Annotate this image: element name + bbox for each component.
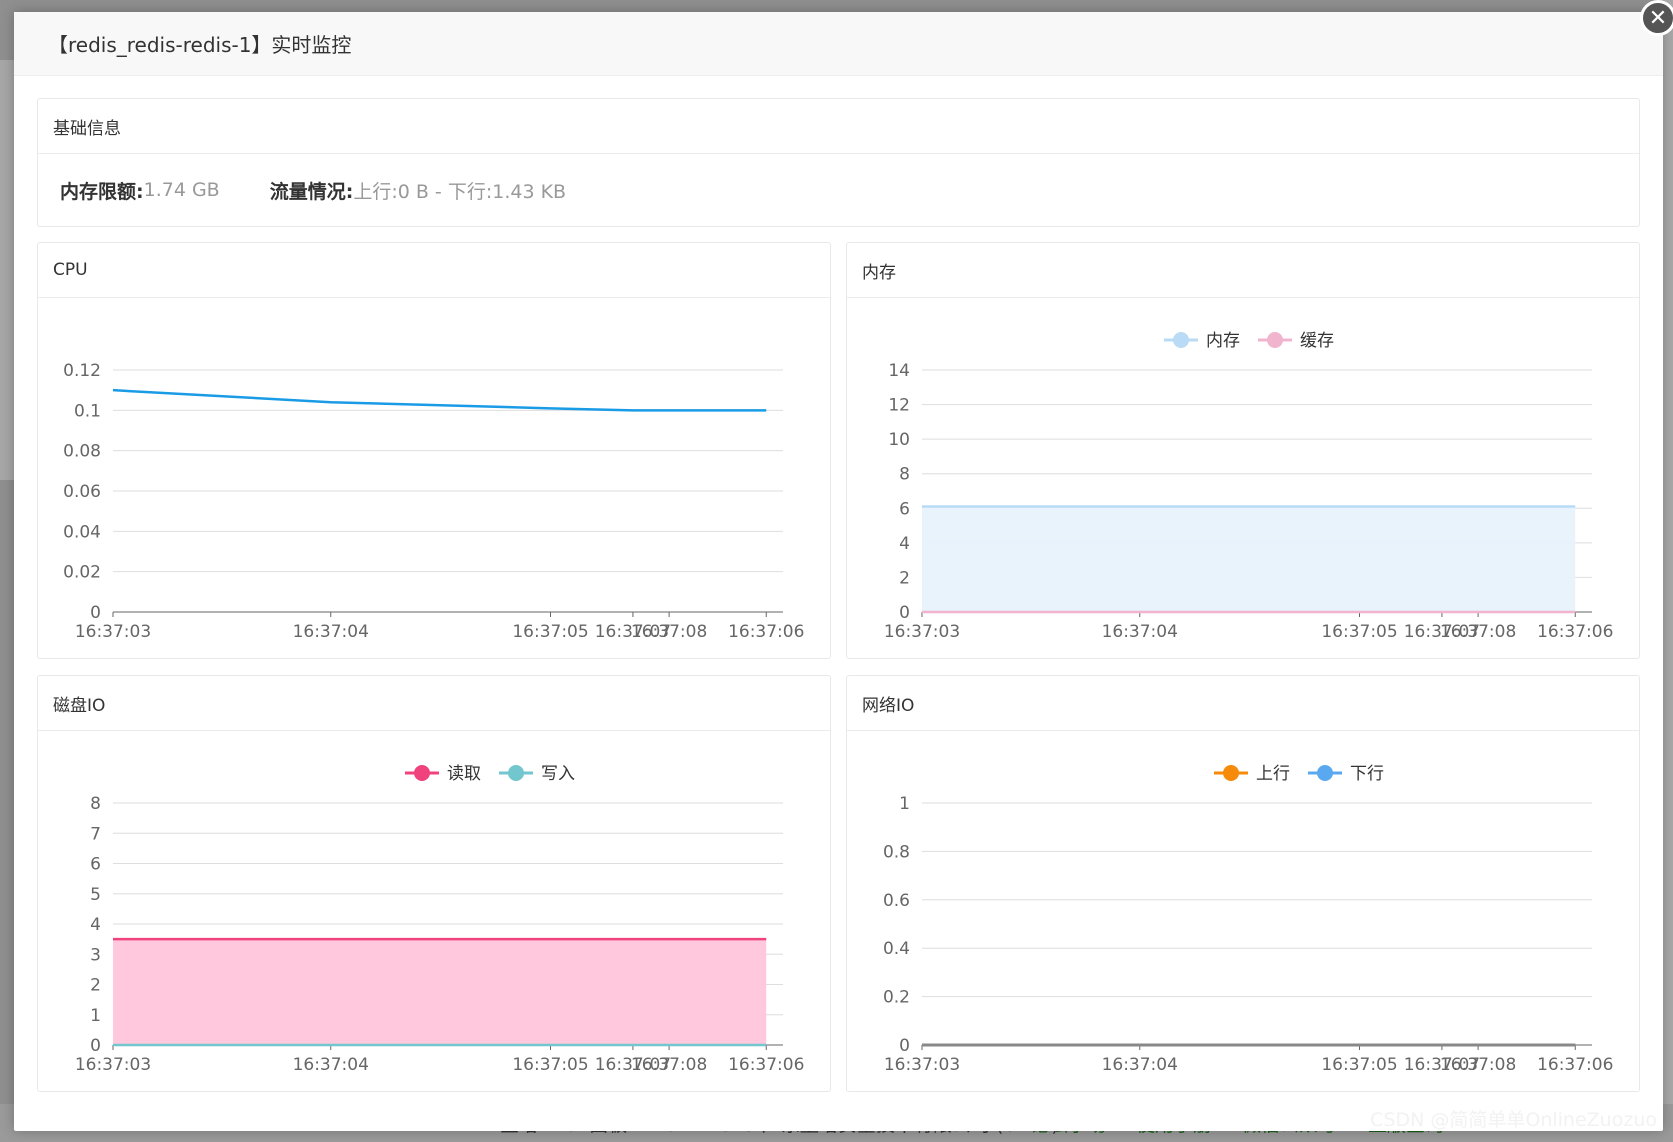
y-tick-label: 2 (90, 976, 101, 996)
net-io-chart: 0 0.2 0.4 0.6 0.8 1 16:37:03 16:37:04 16:37:05 16… (883, 764, 1613, 1075)
y-tick-label: 1 (90, 1006, 101, 1026)
x-tick-label: 16:37:05 (1321, 1055, 1397, 1075)
basic-info-panel: 基础信息 内存限额: 1.74 GB 流量情况: 上行:0 B - 下行:1.4… (37, 98, 1640, 227)
legend-label: 缓存 (1300, 331, 1334, 351)
close-icon[interactable]: ✕ (1640, 0, 1673, 36)
legend-marker (414, 765, 430, 781)
legend-label: 写入 (541, 764, 575, 784)
series-area (922, 506, 1576, 612)
mem-limit-label: 内存限额: (60, 180, 144, 203)
traffic-value: 上行:0 B - 下行:1.43 KB (353, 180, 567, 203)
csdn-watermark: CSDN @简简单单OnlineZuozuo (1370, 1109, 1657, 1131)
cpu-panel: CPU 0 0.02 0.04 0.06 0.08 0.1 0.12 16:37:03 16:3… (37, 242, 831, 659)
y-tick-label: 0.1 (74, 401, 101, 421)
monitor-modal: 【redis_redis-redis-1】实时监控 基础信息 内存限额: 1.7… (14, 12, 1663, 1131)
y-tick-label: 14 (888, 361, 910, 381)
x-tick-label: 16:37:04 (293, 622, 369, 642)
x-tick-label: 16:37:08 (1440, 1055, 1516, 1075)
y-tick-label: 0.8 (883, 842, 910, 862)
y-tick-label: 3 (90, 945, 101, 965)
y-tick-label: 0.06 (63, 482, 101, 502)
x-tick-label: 16:37:03 (884, 622, 960, 642)
basic-info-title: 基础信息 (38, 99, 1639, 154)
legend-marker (1223, 765, 1239, 781)
legend-marker (1267, 332, 1283, 348)
x-tick-label: 16:37:03 (884, 1055, 960, 1075)
legend-marker (1173, 332, 1189, 348)
x-tick-label: 16:37:06 (728, 622, 804, 642)
traffic-label: 流量情况: (269, 180, 354, 203)
y-tick-label: 0.02 (63, 563, 101, 583)
y-tick-label: 0.08 (63, 442, 101, 462)
y-tick-label: 2 (899, 568, 910, 588)
net-io-panel: 网络IO 0 0.2 0.4 0.6 0.8 1 16:37:03 16:37:04 16:37… (846, 675, 1640, 1092)
y-tick-label: 0 (899, 603, 910, 623)
y-tick-label: 0.4 (883, 939, 910, 959)
legend-label: 内存 (1206, 331, 1240, 351)
x-tick-label: 16:37:08 (631, 1055, 707, 1075)
cpu-chart: 0 0.02 0.04 0.06 0.08 0.1 0.12 16:37:03 16:37:04… (63, 361, 804, 642)
y-tick-label: 0 (90, 1036, 101, 1056)
legend-marker (1317, 765, 1333, 781)
x-tick-label: 16:37:04 (1102, 622, 1178, 642)
y-tick-label: 0 (899, 1036, 910, 1056)
y-tick-label: 0.6 (883, 891, 910, 911)
x-tick-label: 16:37:08 (1440, 622, 1516, 642)
series-line (112, 388, 767, 412)
cpu-panel-title: CPU (38, 243, 830, 298)
memory-panel: 内存 0 2 4 6 8 10 12 14 16:37:03 16:37:04 16:37:05 16… (846, 242, 1640, 659)
legend-label: 下行 (1350, 764, 1384, 784)
modal-title: 【redis_redis-redis-1】实时监控 (48, 33, 352, 57)
y-tick-label: 6 (899, 499, 910, 519)
y-tick-label: 10 (888, 430, 910, 450)
legend-label: 读取 (447, 764, 481, 784)
x-tick-label: 16:37:05 (512, 1055, 588, 1075)
y-tick-label: 8 (90, 794, 101, 814)
backdrop-table-edge (0, 60, 14, 480)
y-tick-label: 12 (888, 396, 910, 416)
x-tick-label: 16:37:06 (1537, 1055, 1613, 1075)
y-tick-label: 0.2 (883, 988, 910, 1008)
memory-panel-title: 内存 (847, 243, 1639, 298)
x-tick-label: 16:37:03 (75, 622, 151, 642)
y-tick-label: 0 (90, 603, 101, 623)
x-tick-label: 16:37:06 (728, 1055, 804, 1075)
y-tick-label: 7 (90, 824, 101, 844)
x-tick-label: 16:37:08 (631, 622, 707, 642)
y-tick-label: 0.04 (63, 522, 101, 542)
y-tick-label: 4 (899, 534, 910, 554)
memory-chart: 0 2 4 6 8 10 12 14 16:37:03 16:37:04 16:37:05 16:37… (884, 331, 1614, 642)
legend-label: 上行 (1256, 764, 1290, 784)
y-tick-label: 5 (90, 885, 101, 905)
x-tick-label: 16:37:03 (75, 1055, 151, 1075)
y-tick-label: 8 (899, 465, 910, 485)
x-tick-label: 16:37:05 (512, 622, 588, 642)
disk-io-chart: 0 1 2 3 4 5 6 7 8 16:37:03 16:37:04 16:37:05 16:37:0… (75, 764, 805, 1075)
net-io-panel-title: 网络IO (847, 676, 1639, 731)
legend-marker (508, 765, 524, 781)
y-tick-label: 0.12 (63, 361, 101, 381)
x-tick-label: 16:37:04 (1102, 1055, 1178, 1075)
disk-io-panel-title: 磁盘IO (38, 676, 830, 731)
x-tick-label: 16:37:04 (293, 1055, 369, 1075)
y-tick-label: 4 (90, 915, 101, 935)
x-tick-label: 16:37:06 (1537, 622, 1613, 642)
disk-io-panel: 磁盘IO 0 1 2 3 4 5 6 7 8 16:37:03 16:37:04 16:37:05 16… (37, 675, 831, 1092)
y-tick-label: 1 (899, 794, 910, 814)
basic-info-row: 内存限额: 1.74 GB 流量情况: 上行:0 B - 下行:1.43 KB (38, 154, 1639, 226)
mem-limit-value: 1.74 GB (143, 179, 220, 201)
x-tick-label: 16:37:05 (1321, 622, 1397, 642)
modal-header: 【redis_redis-redis-1】实时监控 (14, 12, 1663, 76)
y-tick-label: 6 (90, 855, 101, 875)
series-area (113, 939, 767, 1045)
